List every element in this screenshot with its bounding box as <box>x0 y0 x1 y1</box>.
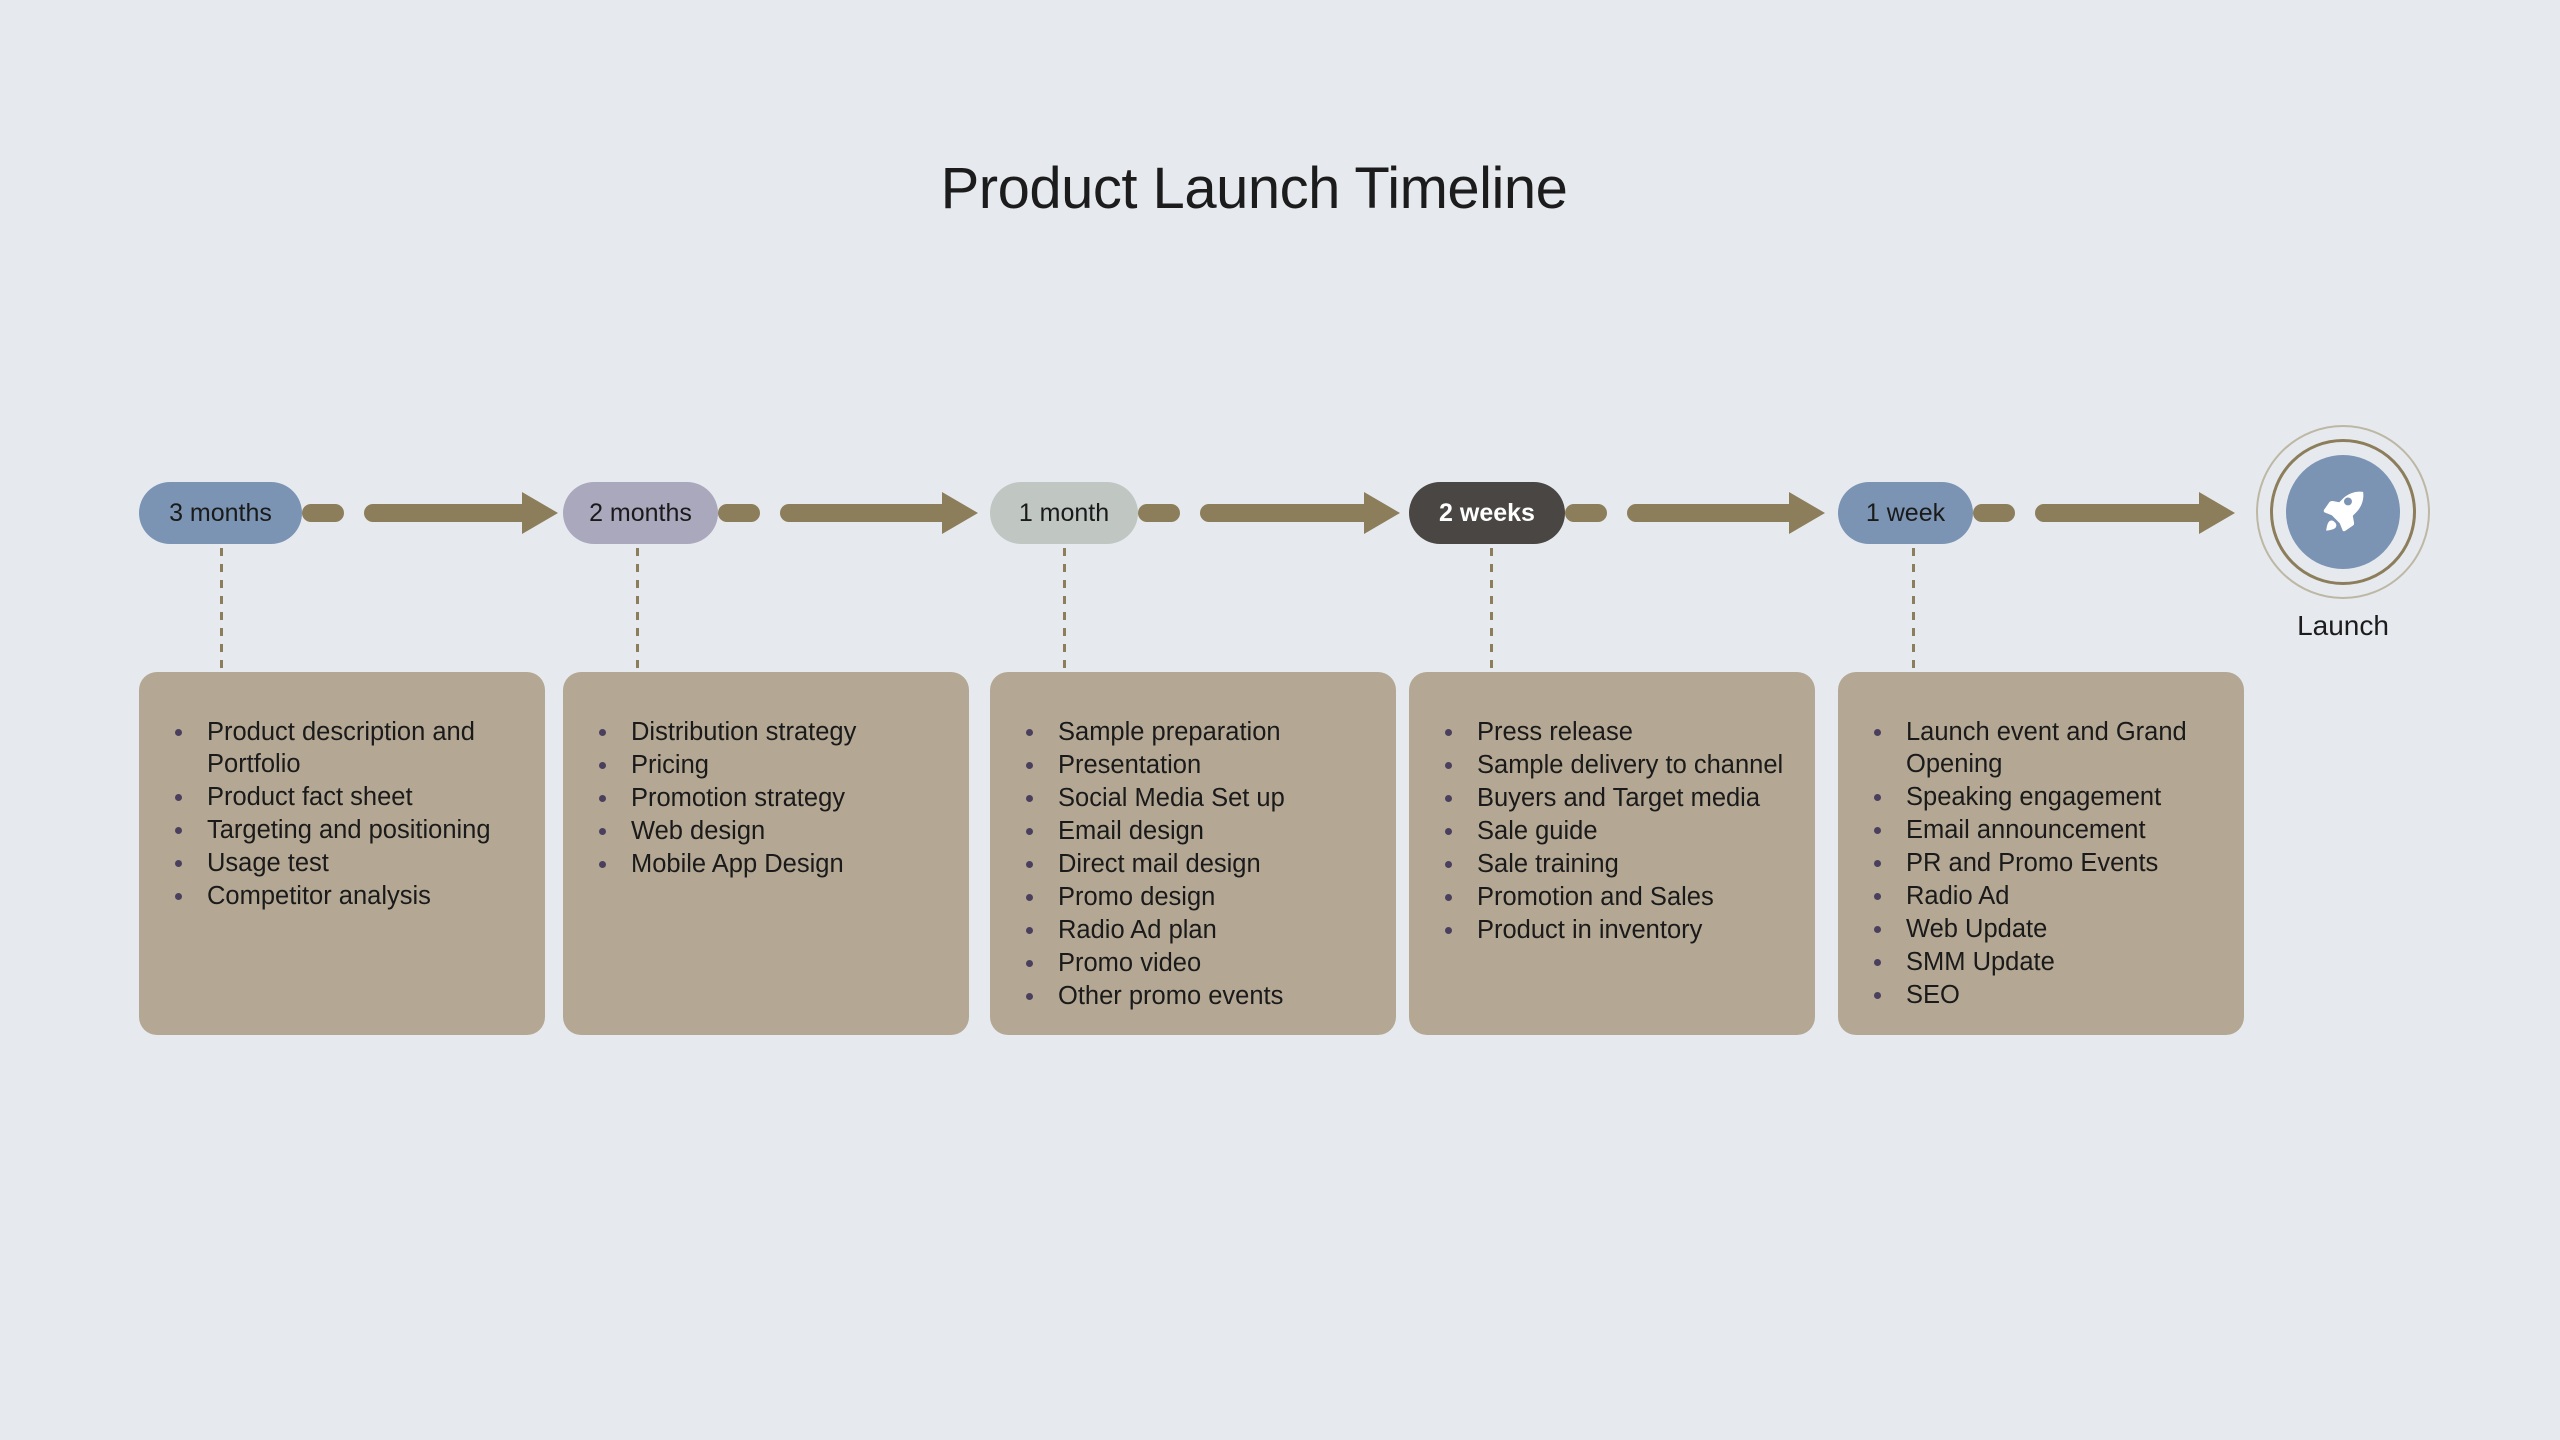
list-item: Email announcement <box>1864 814 2218 846</box>
timeline-arrow-3 <box>1200 492 1400 534</box>
connector-stub-3 <box>1138 504 1180 522</box>
milestone-card-1-week: Launch event and Grand Opening Speaking … <box>1838 672 2244 1035</box>
list-item: Social Media Set up <box>1016 782 1370 814</box>
timeline-arrow-4 <box>1627 492 1825 534</box>
list-item: Product in inventory <box>1435 914 1789 946</box>
milestone-card-2-months: Distribution strategy Pricing Promotion … <box>563 672 969 1035</box>
task-list: Distribution strategy Pricing Promotion … <box>589 716 943 880</box>
list-item: Direct mail design <box>1016 848 1370 880</box>
task-list: Press release Sample delivery to channel… <box>1435 716 1789 946</box>
dropline-3 <box>1063 548 1066 672</box>
list-item: Product fact sheet <box>165 781 519 813</box>
list-item: Radio Ad plan <box>1016 914 1370 946</box>
milestone-card-2-weeks: Press release Sample delivery to channel… <box>1409 672 1815 1035</box>
connector-stub-2 <box>718 504 760 522</box>
arrow-shaft <box>1627 504 1789 522</box>
milestone-pill-1-month[interactable]: 1 month <box>990 482 1138 544</box>
launch-node[interactable]: Launch <box>2256 425 2434 641</box>
list-item: Sale guide <box>1435 815 1789 847</box>
dropline-1 <box>220 548 223 672</box>
milestone-card-3-months: Product description and Portfolio Produc… <box>139 672 545 1035</box>
connector-stub-1 <box>302 504 344 522</box>
arrow-head-icon <box>1364 492 1400 534</box>
dropline-5 <box>1912 548 1915 672</box>
task-list: Product description and Portfolio Produc… <box>165 716 519 912</box>
list-item: Email design <box>1016 815 1370 847</box>
milestone-pill-2-months[interactable]: 2 months <box>563 482 718 544</box>
arrow-head-icon <box>942 492 978 534</box>
list-item: Targeting and positioning <box>165 814 519 846</box>
list-item: Launch event and Grand Opening <box>1864 716 2218 780</box>
task-list: Sample preparation Presentation Social M… <box>1016 716 1370 1012</box>
milestone-label: 3 months <box>169 498 272 527</box>
task-list: Launch event and Grand Opening Speaking … <box>1864 716 2218 1011</box>
list-item: Web Update <box>1864 913 2218 945</box>
list-item: Mobile App Design <box>589 848 943 880</box>
list-item: Promo video <box>1016 947 1370 979</box>
rocket-icon <box>2315 484 2371 540</box>
timeline-arrow-1 <box>364 492 558 534</box>
arrow-shaft <box>364 504 522 522</box>
arrow-head-icon <box>1789 492 1825 534</box>
milestone-card-1-month: Sample preparation Presentation Social M… <box>990 672 1396 1035</box>
connector-stub-4 <box>1565 504 1607 522</box>
arrow-shaft <box>2035 504 2199 522</box>
arrow-head-icon <box>522 492 558 534</box>
list-item: Buyers and Target media <box>1435 782 1789 814</box>
launch-caption: Launch <box>2297 610 2389 641</box>
list-item: Sample delivery to channel <box>1435 749 1789 781</box>
list-item: Pricing <box>589 749 943 781</box>
arrow-shaft <box>1200 504 1364 522</box>
milestone-label: 2 weeks <box>1439 498 1535 527</box>
list-item: Promotion strategy <box>589 782 943 814</box>
list-item: Web design <box>589 815 943 847</box>
arrow-head-icon <box>2199 492 2235 534</box>
dropline-4 <box>1490 548 1493 672</box>
list-item: SMM Update <box>1864 946 2218 978</box>
milestone-label: 2 months <box>589 498 692 527</box>
milestone-pill-2-weeks[interactable]: 2 weeks <box>1409 482 1565 544</box>
list-item: PR and Promo Events <box>1864 847 2218 879</box>
list-item: Speaking engagement <box>1864 781 2218 813</box>
list-item: Radio Ad <box>1864 880 2218 912</box>
milestone-pill-1-week[interactable]: 1 week <box>1838 482 1973 544</box>
dropline-2 <box>636 548 639 672</box>
list-item: Press release <box>1435 716 1789 748</box>
list-item: Usage test <box>165 847 519 879</box>
list-item: Other promo events <box>1016 980 1370 1012</box>
list-item: SEO <box>1864 979 2218 1011</box>
milestone-label: 1 month <box>1018 498 1110 527</box>
milestone-pill-3-months[interactable]: 3 months <box>139 482 302 544</box>
list-item: Promo design <box>1016 881 1370 913</box>
timeline-arrow-2 <box>780 492 978 534</box>
launch-disc <box>2286 455 2400 569</box>
list-item: Presentation <box>1016 749 1370 781</box>
list-item: Sale training <box>1435 848 1789 880</box>
list-item: Distribution strategy <box>589 716 943 748</box>
list-item: Competitor analysis <box>165 880 519 912</box>
timeline-arrow-5 <box>2035 492 2235 534</box>
list-item: Promotion and Sales <box>1435 881 1789 913</box>
list-item: Product description and Portfolio <box>165 716 519 780</box>
arrow-shaft <box>780 504 942 522</box>
connector-stub-5 <box>1973 504 2015 522</box>
milestone-label: 1 week <box>1865 498 1946 527</box>
list-item: Sample preparation <box>1016 716 1370 748</box>
